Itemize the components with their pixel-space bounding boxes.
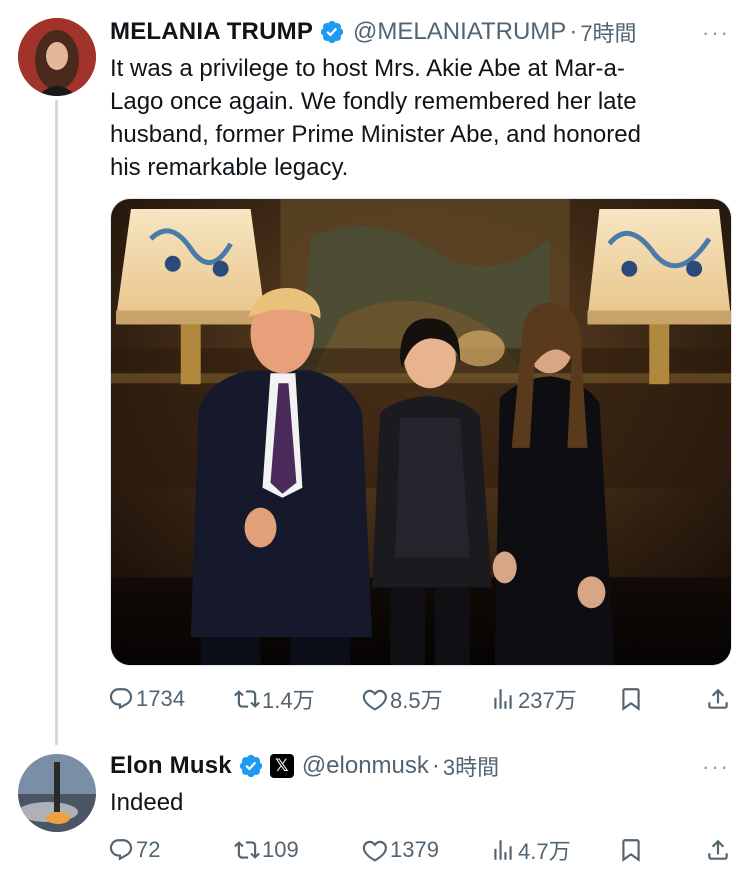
bookmark-icon — [622, 688, 640, 711]
views-icon — [494, 689, 512, 709]
separator-dot: · — [569, 18, 578, 45]
repost-count: 109 — [262, 837, 299, 862]
tweet-header: MELANIA TRUMP @MELANIATRUMP · 7時間 — [110, 16, 637, 48]
repost-icon — [234, 841, 260, 859]
share-icon — [708, 688, 728, 709]
like-count: 1379 — [390, 837, 439, 862]
thread-connector-line — [55, 100, 58, 745]
tweet-text-line: Lago once again. We fondly remembered he… — [110, 88, 637, 115]
share-button[interactable] — [705, 681, 731, 717]
repost-button[interactable]: 109 — [234, 832, 299, 868]
timestamp[interactable]: 3時間 — [443, 750, 499, 782]
tweet-actions: 72 109 1379 4.7万 — [108, 832, 730, 868]
timestamp[interactable]: 7時間 — [580, 16, 636, 48]
views-button[interactable]: 237万 — [490, 681, 577, 717]
reply-button[interactable]: 1734 — [108, 681, 185, 717]
tweet-text: Indeed — [110, 789, 184, 816]
views-button[interactable]: 4.7万 — [490, 832, 571, 868]
verified-badge-icon — [319, 19, 345, 45]
tweet-header: Elon Musk 𝕏 @elonmusk · 3時間 — [110, 750, 499, 782]
reply-button[interactable]: 72 — [108, 832, 160, 868]
avatar-melania[interactable] — [18, 18, 96, 96]
tweet-actions: 1734 1.4万 8.5万 237万 — [108, 681, 730, 717]
tweet-photo[interactable] — [110, 198, 732, 666]
tweet-text-line: his remarkable legacy. — [110, 154, 349, 181]
verified-badge-icon — [238, 753, 264, 779]
views-icon — [494, 840, 512, 860]
repost-button[interactable]: 1.4万 — [234, 681, 315, 717]
avatar-elon[interactable] — [18, 754, 96, 832]
bookmark-button[interactable] — [618, 681, 644, 717]
reply-count: 1734 — [136, 686, 185, 711]
bookmark-icon — [622, 839, 640, 862]
share-button[interactable] — [705, 832, 731, 868]
reply-icon — [109, 688, 133, 710]
reply-icon — [109, 839, 133, 861]
like-count: 8.5万 — [390, 688, 443, 713]
like-button[interactable]: 1379 — [362, 832, 439, 868]
share-icon — [708, 839, 728, 860]
views-count: 237万 — [518, 688, 577, 713]
repost-icon — [234, 690, 260, 708]
bookmark-button[interactable] — [618, 832, 644, 868]
tweet-text: It was a privilege to host Mrs. Akie Abe… — [110, 52, 641, 184]
tweet-text-line: husband, former Prime Minister Abe, and … — [110, 121, 641, 148]
tweet-text-line: It was a privilege to host Mrs. Akie Abe… — [110, 55, 625, 82]
handle[interactable]: @elonmusk — [302, 752, 429, 780]
separator-dot: · — [431, 752, 440, 779]
views-count: 4.7万 — [518, 839, 571, 864]
like-icon — [362, 840, 387, 862]
repost-count: 1.4万 — [262, 688, 315, 713]
handle[interactable]: @MELANIATRUMP — [353, 18, 566, 46]
x-affiliate-badge-icon: 𝕏 — [269, 754, 294, 778]
more-icon[interactable]: ··· — [702, 754, 730, 780]
like-button[interactable]: 8.5万 — [362, 681, 443, 717]
more-icon[interactable]: ··· — [702, 20, 730, 46]
display-name[interactable]: MELANIA TRUMP — [110, 18, 313, 46]
like-icon — [362, 689, 387, 711]
reply-count: 72 — [136, 837, 161, 862]
display-name[interactable]: Elon Musk — [110, 752, 232, 780]
